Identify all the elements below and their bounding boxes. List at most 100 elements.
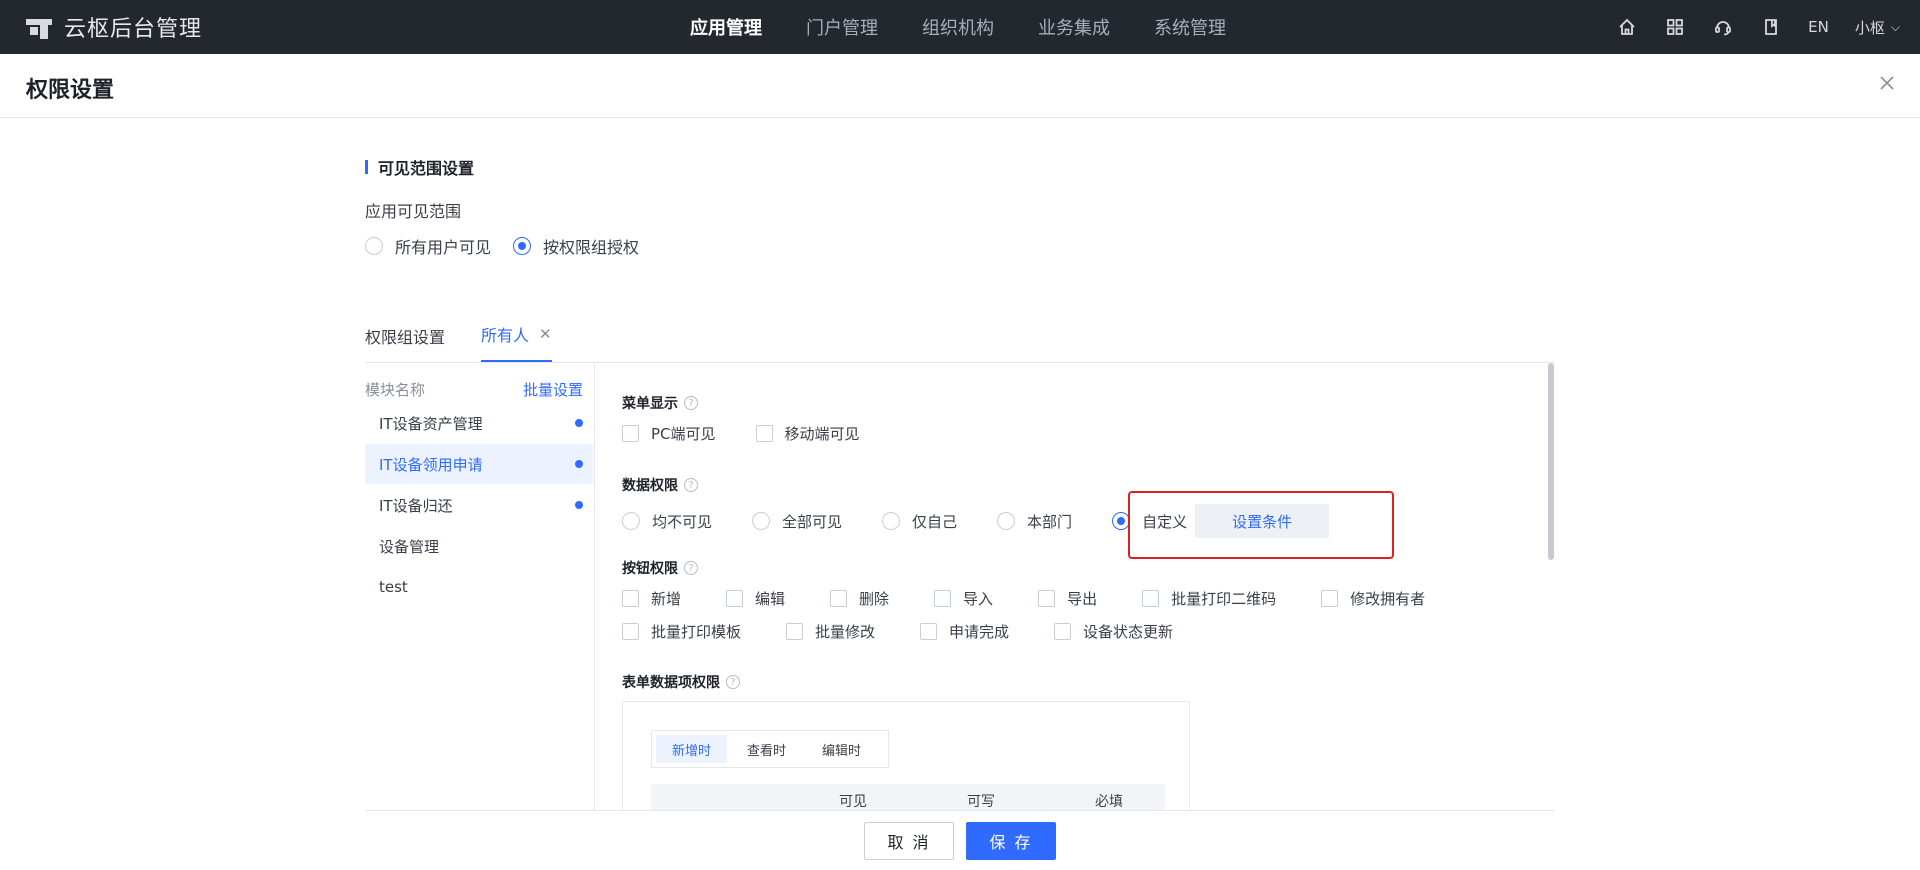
group-title-text: 表单数据项权限 <box>622 675 720 691</box>
status-dot <box>575 419 583 427</box>
checkbox-batch-print-qrcode[interactable]: 批量打印二维码 <box>1142 588 1276 609</box>
main-nav: 应用管理 门户管理 组织机构 业务集成 系统管理 <box>690 0 1226 54</box>
chevron-down-icon: ⌵ <box>1890 19 1900 34</box>
checkbox-import[interactable]: 导入 <box>934 588 993 609</box>
subtab-on-create[interactable]: 新增时 <box>656 735 728 763</box>
top-right-tools: EN 小枢 ⌵ <box>1616 0 1900 54</box>
apps-grid-icon[interactable] <box>1664 16 1686 38</box>
nav-item-system-management[interactable]: 系统管理 <box>1154 14 1226 40</box>
help-icon[interactable]: ? <box>684 561 698 575</box>
module-list-panel: 模块名称 批量设置 IT设备资产管理 IT设备领用申请 IT设备归还 设备管理 … <box>365 363 595 810</box>
tab-label: 所有人 <box>481 326 530 345</box>
checkbox-box <box>622 590 639 607</box>
checkbox-device-status-update[interactable]: 设备状态更新 <box>1054 621 1173 642</box>
checkbox-label: 批量修改 <box>815 623 876 641</box>
nav-item-portal-management[interactable]: 门户管理 <box>806 14 878 40</box>
permission-detail-panel: 菜单显示 ? PC端可见 移动端可见 数据权限 ? 均不可见 全部可见 仅自己 <box>596 363 1555 810</box>
checkbox-label: 批量打印二维码 <box>1171 590 1277 608</box>
language-switch[interactable]: EN <box>1808 18 1829 36</box>
section-title-visibility: 可见范围设置 <box>365 155 474 179</box>
checkbox-mobile-visible[interactable]: 移动端可见 <box>755 423 860 444</box>
close-tab-icon[interactable]: ✕ <box>539 325 552 343</box>
content-scrollbar[interactable] <box>1548 363 1554 560</box>
radio-circle-selected <box>513 237 532 255</box>
module-item[interactable]: test <box>365 567 593 607</box>
status-dot <box>575 460 583 468</box>
checkbox-delete[interactable]: 删除 <box>830 588 889 609</box>
radio-none-visible[interactable]: 均不可见 <box>622 511 712 532</box>
permission-tabs: 权限组设置 所有人 ✕ <box>365 320 552 362</box>
help-icon[interactable]: ? <box>684 478 698 492</box>
radio-all-visible[interactable]: 全部可见 <box>752 511 842 532</box>
module-item-label: IT设备资产管理 <box>379 414 483 433</box>
checkbox-box <box>1038 590 1056 607</box>
column-header-required: 必填 <box>1095 794 1123 810</box>
module-item-selected[interactable]: IT设备领用申请 <box>365 444 593 484</box>
module-column-header: 模块名称 <box>365 381 426 399</box>
group-title-text: 按钮权限 <box>622 561 678 577</box>
checkbox-box <box>786 623 804 640</box>
radio-self-only[interactable]: 仅自己 <box>882 511 957 532</box>
radio-circle <box>882 512 901 530</box>
visibility-radio-group: 所有用户可见 按权限组授权 <box>365 234 639 258</box>
checkbox-box <box>622 623 639 640</box>
tab-permission-group-settings[interactable]: 权限组设置 <box>365 324 445 362</box>
brand-name: 云枢后台管理 <box>64 17 203 42</box>
custom-condition-highlight <box>1128 491 1394 559</box>
radio-own-department[interactable]: 本部门 <box>997 511 1072 532</box>
checkbox-edit[interactable]: 编辑 <box>726 588 785 609</box>
subtab-on-edit[interactable]: 编辑时 <box>806 735 877 763</box>
radio-all-users[interactable]: 所有用户可见 <box>365 234 491 258</box>
radio-circle <box>997 512 1016 530</box>
form-permission-title: 表单数据项权限 ? <box>622 672 740 692</box>
close-icon[interactable] <box>1878 74 1900 96</box>
tab-everyone[interactable]: 所有人 ✕ <box>481 322 552 362</box>
nav-item-app-management[interactable]: 应用管理 <box>690 14 762 40</box>
group-title-text: 菜单显示 <box>622 396 678 412</box>
button-permission-row-1: 新增 编辑 删除 导入 导出 批量打印二维码 修改拥有者 <box>622 588 1425 609</box>
home-icon[interactable] <box>1616 16 1638 38</box>
action-footer: 取 消 保 存 <box>365 810 1555 870</box>
brand-logo-icon <box>26 15 52 39</box>
checkbox-export[interactable]: 导出 <box>1038 588 1097 609</box>
checkbox-batch-print-template[interactable]: 批量打印模板 <box>622 621 741 642</box>
radio-circle <box>622 512 640 530</box>
form-permission-subtabs: 新增时 查看时 编辑时 <box>651 730 889 768</box>
batch-settings-link[interactable]: 批量设置 <box>523 379 583 400</box>
nav-item-business-integration[interactable]: 业务集成 <box>1038 14 1110 40</box>
checkbox-box <box>622 425 639 442</box>
data-permission-title: 数据权限 ? <box>622 475 698 495</box>
help-icon[interactable]: ? <box>684 396 698 410</box>
checkbox-application-complete[interactable]: 申请完成 <box>920 621 1009 642</box>
checkbox-box <box>830 590 848 607</box>
checkbox-label: 导出 <box>1067 590 1098 608</box>
module-item[interactable]: IT设备归还 <box>365 485 593 525</box>
brand[interactable]: 云枢后台管理 <box>26 0 202 54</box>
module-item[interactable]: 设备管理 <box>365 526 593 566</box>
save-button[interactable]: 保 存 <box>966 822 1056 860</box>
module-item-label: IT设备归还 <box>379 496 453 515</box>
checkbox-label: 删除 <box>859 590 890 608</box>
radio-by-permission-group[interactable]: 按权限组授权 <box>513 234 639 258</box>
checkbox-batch-modify[interactable]: 批量修改 <box>786 621 875 642</box>
user-menu[interactable]: 小枢 ⌵ <box>1855 17 1900 38</box>
checkbox-label: 移动端可见 <box>784 425 860 443</box>
subtab-on-view[interactable]: 查看时 <box>731 735 802 763</box>
module-item[interactable]: IT设备资产管理 <box>365 403 593 443</box>
section-title-text: 可见范围设置 <box>378 159 475 178</box>
checkbox-pc-visible[interactable]: PC端可见 <box>622 423 716 444</box>
section-marker <box>365 160 368 174</box>
cancel-button[interactable]: 取 消 <box>864 822 954 860</box>
support-headset-icon[interactable] <box>1712 16 1734 38</box>
visibility-label: 应用可见范围 <box>365 202 462 221</box>
nav-item-organization[interactable]: 组织机构 <box>922 14 994 40</box>
checkbox-box <box>934 590 952 607</box>
menu-display-options: PC端可见 移动端可见 <box>622 423 860 444</box>
checkbox-add[interactable]: 新增 <box>622 588 681 609</box>
radio-label: 所有用户可见 <box>395 238 492 257</box>
help-icon[interactable]: ? <box>726 675 740 689</box>
checkbox-change-owner[interactable]: 修改拥有者 <box>1321 588 1425 609</box>
column-header-visible: 可见 <box>839 794 867 810</box>
document-icon[interactable] <box>1760 16 1782 38</box>
radio-circle <box>365 237 383 255</box>
